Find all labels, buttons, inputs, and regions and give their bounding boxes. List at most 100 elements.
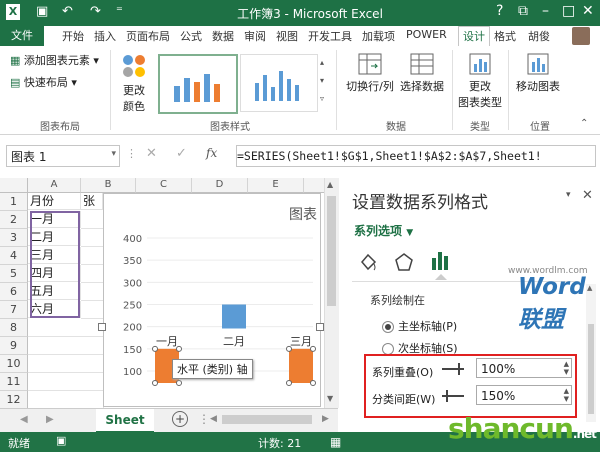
gap-slider-thumb[interactable] bbox=[446, 390, 448, 402]
tab-file[interactable]: 文件 bbox=[0, 26, 44, 46]
column-header-c[interactable]: C bbox=[136, 178, 192, 193]
pane-scrollbar[interactable]: ▲ bbox=[586, 284, 596, 422]
cell-b1[interactable]: 张 bbox=[81, 193, 103, 210]
change-colors-button[interactable]: 更改 颜色 bbox=[116, 52, 152, 114]
chart-style-2-thumbnail[interactable] bbox=[240, 54, 318, 112]
column-header-a[interactable]: A bbox=[28, 178, 81, 193]
primary-axis-radio[interactable]: 主坐标轴(P) bbox=[382, 318, 457, 334]
pane-options-icon[interactable]: ▾ bbox=[566, 190, 571, 200]
macro-record-icon[interactable]: ▣ bbox=[56, 434, 66, 447]
tab-addins[interactable]: 加载项 bbox=[362, 28, 395, 44]
move-chart-button[interactable]: 移动图表 bbox=[512, 52, 564, 94]
series-options-icon[interactable] bbox=[430, 250, 450, 272]
bar-2[interactable] bbox=[222, 304, 246, 329]
row-header[interactable]: 3 bbox=[0, 229, 28, 247]
undo-icon[interactable]: ↶ bbox=[62, 4, 73, 19]
cancel-icon[interactable]: ✕ bbox=[146, 146, 157, 161]
save-icon[interactable]: ▣ bbox=[36, 4, 48, 19]
minimize-icon[interactable]: – bbox=[542, 3, 549, 19]
prev-sheet-icon[interactable]: ◀ bbox=[20, 414, 28, 425]
overlap-slider-thumb[interactable] bbox=[458, 363, 460, 375]
gap-slider[interactable] bbox=[442, 390, 464, 402]
row-header[interactable]: 1 bbox=[0, 193, 28, 211]
customize-qat-icon[interactable]: ⁼ bbox=[116, 4, 123, 19]
cell-a7[interactable]: 六月 bbox=[28, 301, 81, 318]
horizontal-scroll-thumb[interactable] bbox=[222, 415, 312, 424]
point-selection-handle[interactable] bbox=[310, 380, 316, 386]
column-header-d[interactable]: D bbox=[192, 178, 248, 193]
new-sheet-icon[interactable]: + bbox=[172, 411, 188, 427]
gallery-scroll[interactable]: ▴ ▾ ▿ bbox=[320, 54, 330, 110]
formula-options-icon[interactable]: ⋮ bbox=[126, 147, 137, 160]
scroll-right-icon[interactable]: ▶ bbox=[322, 414, 329, 424]
tab-review[interactable]: 审阅 bbox=[244, 28, 266, 44]
tab-insert[interactable]: 插入 bbox=[94, 28, 116, 44]
cell-a2[interactable]: 一月 bbox=[28, 211, 81, 228]
tab-power[interactable]: POWER bbox=[406, 28, 447, 41]
ribbon-display-icon[interactable]: ⧉ bbox=[518, 3, 528, 19]
row-header[interactable]: 9 bbox=[0, 337, 28, 355]
sheet-options-icon[interactable]: ⋮ bbox=[198, 412, 210, 426]
row-header[interactable]: 6 bbox=[0, 283, 28, 301]
sheet-tab[interactable]: Sheet bbox=[96, 409, 154, 433]
cell-a5[interactable]: 四月 bbox=[28, 265, 81, 282]
row-header[interactable]: 5 bbox=[0, 265, 28, 283]
spin-arrows-icon[interactable]: ▲ ▼ bbox=[564, 387, 569, 403]
fill-line-icon[interactable] bbox=[358, 252, 378, 272]
effects-icon[interactable] bbox=[394, 252, 414, 272]
row-header[interactable]: 11 bbox=[0, 373, 28, 391]
empty-cells[interactable] bbox=[28, 319, 104, 409]
tab-data[interactable]: 数据 bbox=[212, 28, 234, 44]
tab-view[interactable]: 视图 bbox=[276, 28, 298, 44]
cell-a6[interactable]: 五月 bbox=[28, 283, 81, 300]
bar-3[interactable] bbox=[289, 348, 313, 383]
avatar[interactable] bbox=[572, 27, 590, 45]
name-box-dropdown-icon[interactable]: ▾ bbox=[111, 149, 116, 159]
next-sheet-icon[interactable]: ▶ bbox=[46, 414, 54, 425]
spin-arrows-icon[interactable]: ▲ ▼ bbox=[564, 360, 569, 376]
excel-app-icon[interactable]: X bbox=[6, 4, 20, 20]
scroll-up-icon[interactable]: ▲ bbox=[327, 180, 333, 189]
pane-scroll-up-icon[interactable]: ▲ bbox=[587, 284, 592, 292]
scroll-thumb[interactable] bbox=[327, 196, 336, 306]
pane-scroll-thumb[interactable] bbox=[588, 324, 594, 414]
close-icon[interactable]: ✕ bbox=[582, 3, 594, 19]
column-header-e[interactable]: E bbox=[248, 178, 304, 193]
close-pane-icon[interactable]: ✕ bbox=[582, 188, 593, 203]
cell-a1[interactable]: 月份 bbox=[28, 193, 81, 210]
row-header[interactable]: 4 bbox=[0, 247, 28, 265]
formula-input[interactable]: =SERIES(Sheet1!$G$1,Sheet1!$A$2:$A$7,She… bbox=[236, 145, 596, 167]
tab-format[interactable]: 格式 bbox=[494, 28, 516, 44]
scroll-left-icon[interactable]: ◀ bbox=[210, 414, 217, 424]
vertical-scrollbar[interactable]: ▲ ▼ bbox=[324, 178, 339, 408]
enter-icon[interactable]: ✓ bbox=[176, 146, 187, 161]
row-header[interactable]: 2 bbox=[0, 211, 28, 229]
help-icon[interactable]: ? bbox=[496, 3, 503, 19]
overlap-slider[interactable] bbox=[442, 363, 464, 375]
add-chart-element-button[interactable]: ▦ 添加图表元素 ▾ bbox=[10, 52, 99, 68]
column-header-b[interactable]: B bbox=[81, 178, 136, 193]
name-box[interactable]: 图表 1 ▾ bbox=[6, 145, 120, 167]
user-name[interactable]: 胡俊 bbox=[528, 28, 550, 44]
tab-formulas[interactable]: 公式 bbox=[180, 28, 202, 44]
tab-home[interactable]: 开始 bbox=[62, 28, 84, 44]
change-chart-type-button[interactable]: 更改 图表类型 bbox=[456, 52, 504, 110]
gap-width-input[interactable]: 150% ▲ ▼ bbox=[476, 385, 572, 405]
cell-a4[interactable]: 三月 bbox=[28, 247, 81, 264]
row-header[interactable]: 10 bbox=[0, 355, 28, 373]
view-normal-icon[interactable]: ▦ bbox=[330, 435, 341, 449]
point-selection-handle[interactable] bbox=[152, 380, 158, 386]
scroll-down-icon[interactable]: ▼ bbox=[327, 394, 333, 403]
redo-icon[interactable]: ↷ bbox=[90, 4, 101, 19]
maximize-icon[interactable]: □ bbox=[562, 3, 575, 19]
tab-developer[interactable]: 开发工具 bbox=[308, 28, 352, 44]
series-overlap-input[interactable]: 100% ▲ ▼ bbox=[476, 358, 572, 378]
resize-handle[interactable] bbox=[98, 323, 106, 331]
collapse-ribbon-icon[interactable]: ⌃ bbox=[580, 118, 588, 129]
select-data-button[interactable]: 选择数据 bbox=[398, 52, 446, 94]
row-header[interactable]: 7 bbox=[0, 301, 28, 319]
chart-style-1-thumbnail[interactable] bbox=[158, 54, 238, 114]
switch-row-column-button[interactable]: 切换行/列 bbox=[344, 52, 396, 94]
row-header[interactable]: 8 bbox=[0, 319, 28, 337]
resize-handle[interactable] bbox=[316, 323, 324, 331]
